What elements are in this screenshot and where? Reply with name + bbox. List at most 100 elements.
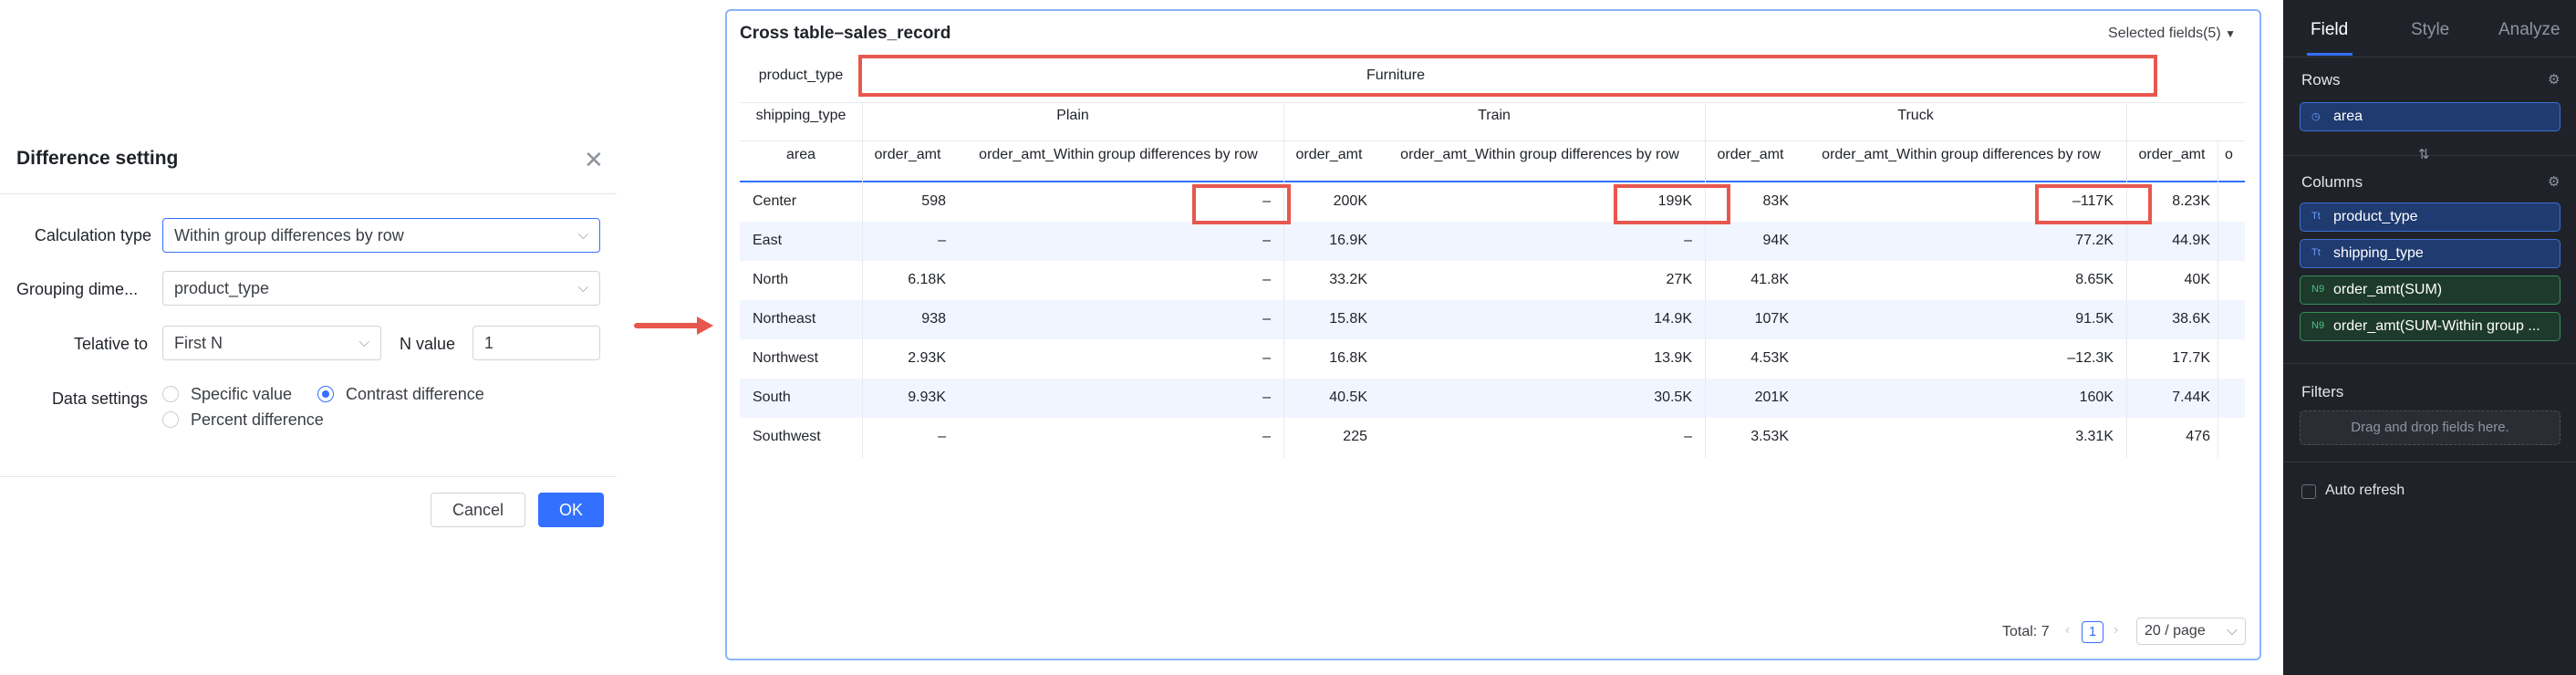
table-cell: 598	[921, 193, 946, 209]
calc-type-select[interactable]: Within group differences by row ⌵	[162, 218, 600, 253]
table-cell: 91.5K	[2075, 311, 2114, 327]
n-value-input[interactable]: 1	[473, 326, 600, 360]
relative-to-select[interactable]: First N ⌵	[162, 326, 381, 360]
calc-type-value: Within group differences by row	[174, 226, 404, 244]
data-settings-label: Data settings	[51, 389, 148, 408]
table-cell: –	[1684, 429, 1692, 444]
page-number-button[interactable]: 1	[2082, 621, 2103, 643]
filters-drop-zone[interactable]: Drag and drop fields here.	[2300, 410, 2560, 445]
cross-table-panel: Cross table–sales_record Selected fields…	[725, 9, 2261, 660]
table-cell: –	[1262, 350, 1271, 366]
table-cell: 107K	[1754, 311, 1789, 327]
next-page-icon[interactable]: ›	[2114, 622, 2118, 639]
table-cell: 2.93K	[908, 350, 946, 366]
difference-setting-dialog: Difference setting ✕ Calculation type Wi…	[0, 128, 617, 538]
column-field-shipping-type-label: shipping_type	[2333, 245, 2424, 261]
auto-refresh-checkbox[interactable]	[2301, 484, 2316, 499]
chevron-down-icon: ⌵	[2226, 623, 2238, 639]
swap-icon[interactable]: ⇅	[2418, 146, 2430, 162]
row-header-area: Northeast	[753, 311, 816, 327]
close-icon[interactable]: ✕	[584, 148, 604, 171]
page-size-value: 20 / page	[2145, 623, 2206, 639]
table-cell: 27K	[1666, 272, 1692, 287]
value-field-order-amt-sum[interactable]: N9 order_amt(SUM)	[2300, 275, 2560, 305]
grouping-select[interactable]: product_type ⌵	[162, 271, 600, 306]
tab-field[interactable]: Field	[2311, 20, 2348, 40]
dialog-divider	[0, 193, 617, 194]
row-header-area: South	[753, 389, 791, 405]
chevron-down-icon: ⌵	[577, 280, 588, 296]
selected-fields-label: Selected fields(5)	[2108, 26, 2221, 41]
tab-analyze[interactable]: Analyze	[2498, 20, 2560, 40]
radio-contrast-difference[interactable]	[317, 386, 334, 402]
column-field-product-type[interactable]: Tt product_type	[2300, 202, 2560, 232]
header-divider	[740, 140, 2245, 141]
table-cell: 3.53K	[1750, 429, 1789, 444]
col-diff-truck: order_amt_Within group differences by ro…	[1822, 147, 2101, 162]
caret-down-icon: ▼	[2225, 27, 2236, 40]
sidebar-divider	[2283, 363, 2576, 364]
table-cell: 41.8K	[1750, 272, 1789, 287]
chevron-down-icon: ⌵	[577, 227, 588, 243]
number-field-icon: N9	[2311, 284, 2325, 295]
table-cell: 8.65K	[2075, 272, 2114, 287]
table-cell: –	[938, 429, 946, 444]
gear-icon[interactable]: ⚙	[2548, 173, 2560, 190]
row-field-area-label: area	[2333, 109, 2363, 124]
table-cell: 14.9K	[1654, 311, 1692, 327]
row-field-area[interactable]: ◷ area	[2300, 102, 2560, 131]
n-value-text: 1	[484, 334, 494, 352]
table-cell: 33.2K	[1329, 272, 1367, 287]
col-diff-train: order_amt_Within group differences by ro…	[1400, 147, 1679, 162]
radio-specific-value[interactable]	[162, 386, 179, 402]
shipping-type-header: shipping_type	[755, 108, 847, 123]
selected-fields-dropdown[interactable]: Selected fields(5) ▼	[2108, 26, 2236, 42]
column-field-shipping-type[interactable]: Tt shipping_type	[2300, 239, 2560, 268]
active-tab-indicator	[2307, 53, 2353, 56]
group-header-plain: Plain	[1056, 108, 1089, 123]
grouping-label: Grouping dime...	[16, 280, 139, 298]
table-cell: 77.2K	[2075, 233, 2114, 248]
table-cell: 44.9K	[2172, 233, 2210, 248]
text-field-icon: ◷	[2311, 111, 2321, 122]
row-header-area: Center	[753, 193, 797, 209]
pagination-total: Total: 7	[2002, 624, 2050, 639]
table-cell: –	[938, 233, 946, 248]
table-cell: 938	[921, 311, 946, 327]
table-cell: –	[1262, 233, 1271, 248]
table-cell: 476	[2186, 429, 2210, 444]
tab-style[interactable]: Style	[2411, 20, 2449, 40]
relative-to-value: First N	[174, 334, 223, 352]
radio-percent-difference[interactable]	[162, 411, 179, 428]
header-divider	[740, 102, 2245, 103]
n-value-label: N value	[400, 335, 456, 353]
table-cell: 16.8K	[1329, 350, 1367, 366]
group-header-train: Train	[1478, 108, 1511, 123]
row-header-area: Southwest	[753, 429, 821, 444]
row-header-area: Northwest	[753, 350, 819, 366]
table-cell: 13.9K	[1654, 350, 1692, 366]
table-cell: –	[1262, 272, 1271, 287]
relative-to-label: Telative to	[73, 335, 148, 353]
group-header-truck: Truck	[1897, 108, 1934, 123]
value-field-order-amt-diff[interactable]: N9 order_amt(SUM-Within group ...	[2300, 312, 2560, 341]
arrow-right-icon	[634, 317, 713, 335]
prev-page-icon[interactable]: ‹	[2065, 622, 2070, 639]
table-cell: –12.3K	[2067, 350, 2114, 366]
table-cell: 225	[1343, 429, 1367, 444]
table-cell: 3.31K	[2075, 429, 2114, 444]
highlight-box-truck-diff	[2035, 184, 2152, 224]
table-cell: 40.5K	[1329, 389, 1367, 405]
cancel-button[interactable]: Cancel	[431, 493, 525, 527]
gear-icon[interactable]: ⚙	[2548, 71, 2560, 88]
columns-section-title: Columns	[2301, 173, 2363, 191]
page-size-select[interactable]: 20 / page ⌵	[2136, 618, 2246, 645]
ok-button[interactable]: OK	[538, 493, 604, 527]
radio-percent-difference-label: Percent difference	[191, 410, 324, 429]
dialog-divider	[0, 476, 617, 477]
value-field-order-amt-diff-label: order_amt(SUM-Within group ...	[2333, 318, 2540, 334]
grouping-value: product_type	[174, 279, 270, 297]
table-cell: 7.44K	[2172, 389, 2210, 405]
header-bottom-line	[740, 181, 2245, 182]
table-cell: –	[1684, 233, 1692, 248]
